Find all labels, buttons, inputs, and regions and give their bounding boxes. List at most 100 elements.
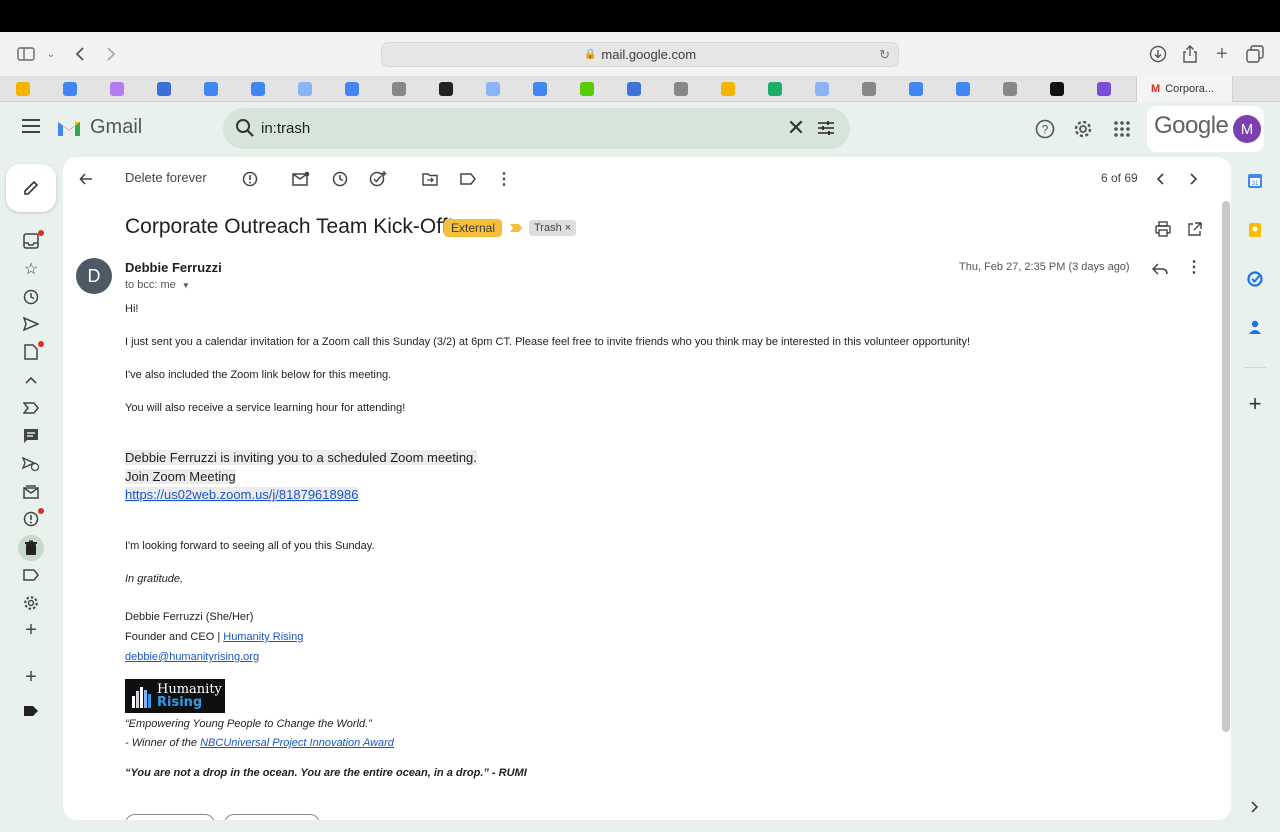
recipients-dropdown-icon[interactable]: ▼ — [182, 281, 190, 290]
all-mail-icon[interactable] — [22, 483, 40, 501]
search-input[interactable]: in:trash — [261, 120, 310, 137]
address-bar[interactable]: 🔒 mail.google.com ↻ — [381, 42, 899, 67]
settings-gear-icon[interactable] — [1073, 119, 1093, 139]
calendar-icon[interactable]: 31 — [1246, 172, 1264, 190]
humanity-rising-link[interactable]: Humanity Rising — [223, 631, 303, 643]
inbox-icon[interactable] — [22, 232, 40, 250]
heart-tab-icon[interactable] — [1097, 82, 1111, 96]
snoozed-clock-icon[interactable] — [22, 288, 40, 306]
drafts-icon[interactable] — [22, 343, 40, 361]
clear-search-icon[interactable]: ✕ — [786, 115, 806, 140]
chats-icon[interactable] — [22, 427, 40, 445]
docs-tab-icon[interactable] — [251, 82, 265, 96]
forward-button[interactable] — [224, 814, 320, 820]
circle-tab-icon[interactable] — [1050, 82, 1064, 96]
p-tab-icon[interactable] — [815, 82, 829, 96]
g-tab-icon[interactable] — [862, 82, 876, 96]
sent-icon[interactable] — [22, 315, 40, 333]
search-options-icon[interactable] — [817, 119, 835, 137]
chevron-down-icon[interactable]: ⌄ — [41, 44, 61, 64]
compose-button[interactable] — [6, 164, 56, 212]
cap-tab-icon[interactable] — [627, 82, 641, 96]
award-link[interactable]: NBCUniversal Project Innovation Award — [200, 737, 394, 749]
search-bar[interactable]: in:trash — [223, 108, 850, 149]
print-icon[interactable] — [1154, 220, 1172, 238]
trash-icon[interactable] — [22, 539, 40, 557]
g-tab-icon[interactable] — [674, 82, 688, 96]
open-new-window-icon[interactable] — [1185, 220, 1203, 238]
tab-overview-icon[interactable] — [1245, 44, 1265, 64]
docs-tab-icon[interactable] — [909, 82, 923, 96]
account-avatar[interactable]: M — [1233, 115, 1261, 143]
less-chevron-up-icon[interactable] — [22, 371, 40, 389]
p-tab-icon[interactable] — [486, 82, 500, 96]
contacts-icon[interactable] — [1246, 318, 1264, 336]
slides-tab-icon[interactable] — [721, 82, 735, 96]
older-chevron-right-icon[interactable] — [1185, 170, 1203, 188]
help-icon[interactable]: ? — [1035, 119, 1055, 139]
move-to-icon[interactable] — [421, 170, 439, 188]
expand-side-panel-icon[interactable] — [1246, 798, 1264, 816]
duolingo-tab-icon[interactable] — [580, 82, 594, 96]
newer-chevron-left-icon[interactable] — [1151, 170, 1169, 188]
report-spam-icon[interactable] — [241, 170, 259, 188]
docs-tab-icon[interactable] — [63, 82, 77, 96]
search-icon[interactable] — [235, 118, 255, 138]
labels-icon[interactable] — [459, 170, 477, 188]
back-icon[interactable] — [70, 44, 90, 64]
important-icon[interactable] — [22, 399, 40, 417]
importance-marker-icon[interactable] — [510, 224, 522, 232]
sidebar-toggle-icon[interactable] — [16, 44, 36, 64]
plus-tab-icon[interactable] — [110, 82, 124, 96]
forward-icon[interactable] — [101, 44, 121, 64]
add-label-plus-icon[interactable]: + — [22, 666, 40, 688]
scheduled-icon[interactable] — [22, 455, 40, 473]
download-icon[interactable] — [1148, 44, 1168, 64]
p-tab-icon[interactable] — [298, 82, 312, 96]
gmail-logo[interactable]: Gmail — [56, 116, 142, 139]
humanity-rising-logo[interactable]: Humanity Rising — [125, 679, 225, 713]
message-more-icon[interactable]: ⋮ — [1185, 258, 1203, 276]
scrollbar-thumb[interactable] — [1222, 201, 1230, 732]
delete-forever-button[interactable]: Delete forever — [125, 170, 207, 185]
slides-tab-icon[interactable] — [16, 82, 30, 96]
recipients-line[interactable]: to bcc: me ▼ — [125, 279, 190, 291]
docs-tab-icon[interactable] — [345, 82, 359, 96]
docs-tab-icon[interactable] — [533, 82, 547, 96]
dots-tab-icon[interactable] — [157, 82, 171, 96]
apps-grid-icon[interactable] — [1112, 119, 1132, 139]
sender-name[interactable]: Debbie Ferruzzi — [125, 260, 222, 275]
reply-button[interactable] — [125, 814, 215, 820]
g-tab-icon[interactable] — [392, 82, 406, 96]
docs-tab-icon[interactable] — [956, 82, 970, 96]
notion-tab-icon[interactable] — [439, 82, 453, 96]
more-vert-icon[interactable]: ⋮ — [495, 170, 513, 188]
label-filled-icon[interactable] — [22, 702, 40, 720]
n-tab-icon[interactable] — [1003, 82, 1017, 96]
mark-unread-icon[interactable] — [292, 170, 310, 188]
tab-gmail-active[interactable]: M Corpora... — [1136, 76, 1233, 102]
manage-labels-gear-icon[interactable] — [22, 594, 40, 612]
label-outline-icon[interactable] — [22, 566, 40, 584]
new-tab-icon[interactable]: + — [1212, 43, 1232, 65]
remove-label-icon[interactable]: × — [565, 222, 571, 234]
shield-tab-icon[interactable] — [768, 82, 782, 96]
tasks-icon[interactable] — [1246, 270, 1264, 288]
reload-icon[interactable]: ↻ — [879, 47, 890, 63]
share-icon[interactable] — [1180, 44, 1200, 64]
main-menu-icon[interactable] — [22, 119, 40, 133]
create-label-plus-icon[interactable]: + — [22, 619, 40, 641]
reply-icon[interactable] — [1151, 260, 1169, 278]
trash-label-chip[interactable]: Trash × — [529, 220, 577, 236]
back-to-list-icon[interactable] — [77, 170, 95, 188]
docs-tab-icon[interactable] — [204, 82, 218, 96]
zoom-meeting-link[interactable]: https://us02web.zoom.us/j/81879618986 — [125, 487, 359, 502]
spam-icon[interactable] — [22, 510, 40, 528]
signature-email-link[interactable]: debbie@humanityrising.org — [125, 651, 259, 663]
get-addons-plus-icon[interactable]: + — [1246, 391, 1264, 416]
starred-icon[interactable]: ☆ — [22, 260, 40, 278]
keep-icon[interactable] — [1246, 221, 1264, 239]
snooze-clock-icon[interactable] — [331, 170, 349, 188]
add-to-tasks-icon[interactable] — [369, 170, 387, 188]
sender-avatar[interactable]: D — [76, 258, 112, 294]
